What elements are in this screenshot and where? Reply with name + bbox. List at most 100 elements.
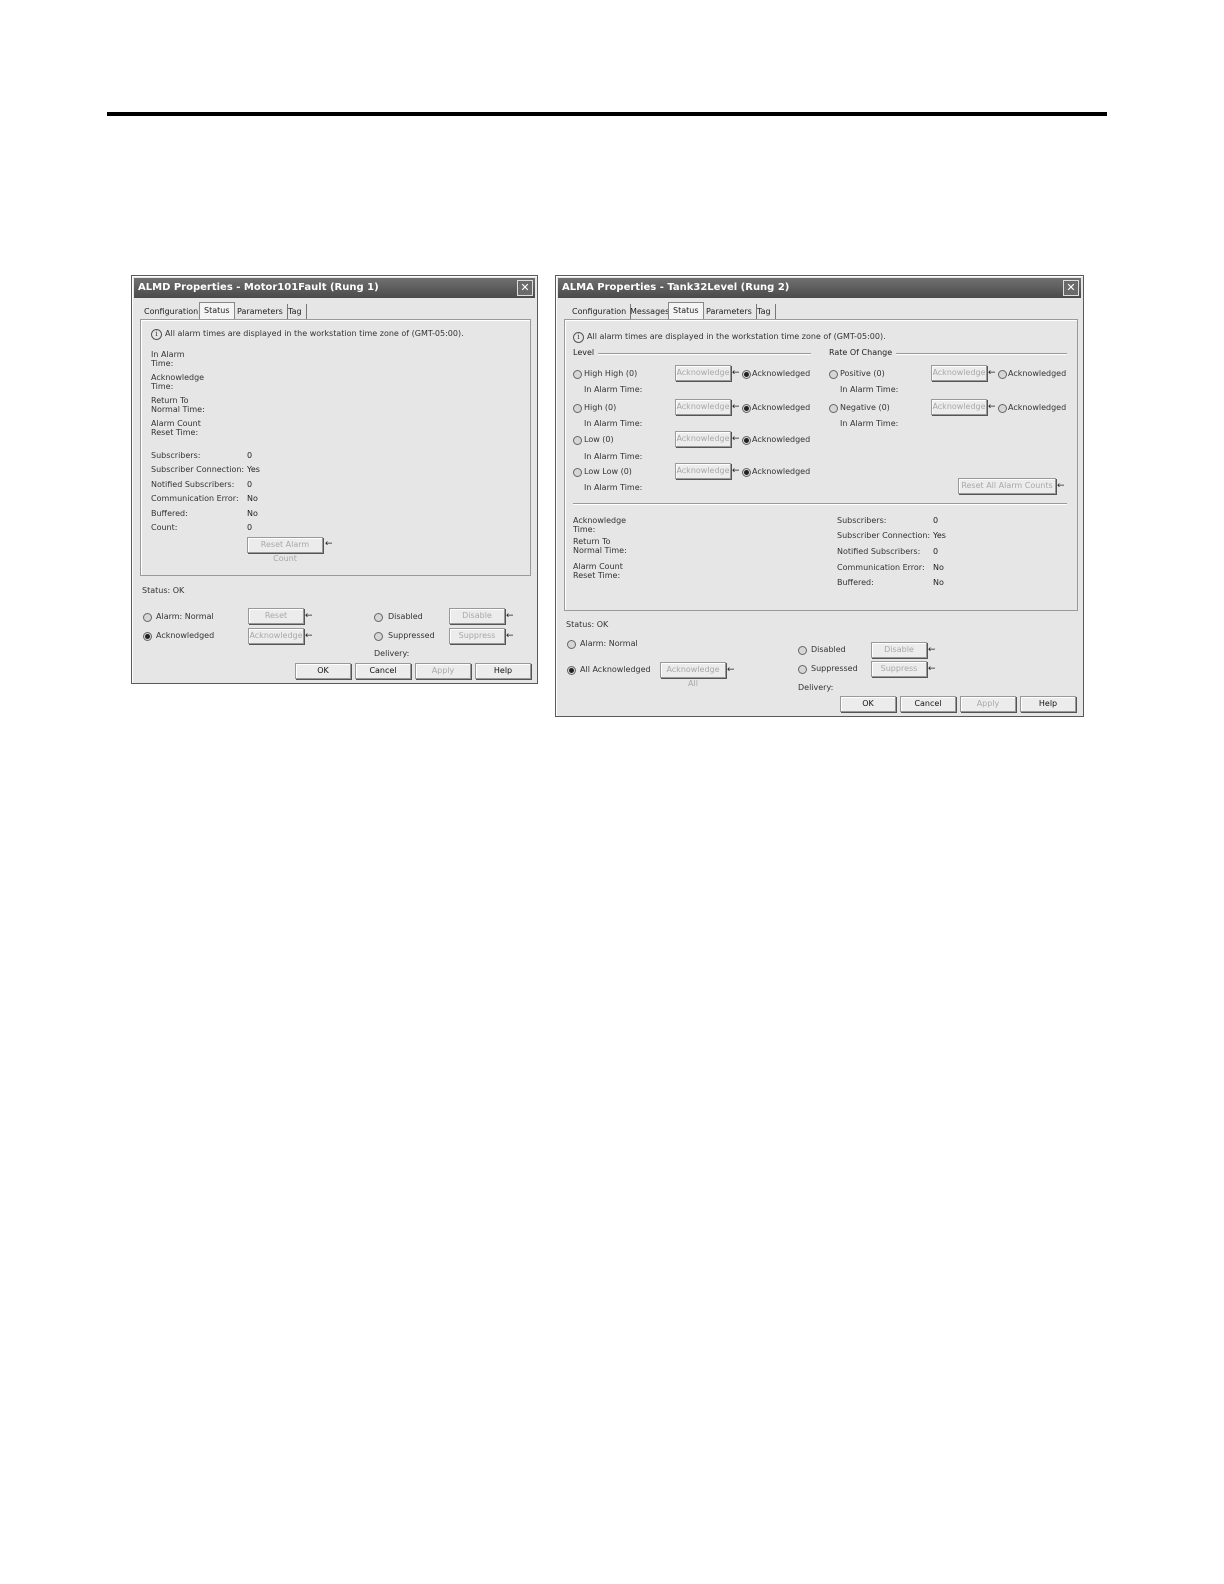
- high-high-acknowledge-button[interactable]: Acknowledge: [675, 365, 731, 381]
- low-low-acknowledged-radio[interactable]: [742, 468, 751, 477]
- alma-subscribers-value: 0: [933, 516, 939, 525]
- cancel-button[interactable]: Cancel: [900, 696, 956, 712]
- almd-rtn-time-2: Normal Time:: [151, 405, 205, 414]
- positive-acknowledge-button[interactable]: Acknowledge: [931, 365, 987, 381]
- disabled-radio[interactable]: [798, 646, 807, 655]
- almd-count-value: 0: [247, 523, 253, 532]
- positive-label: Positive (0): [840, 369, 885, 378]
- tab-messages[interactable]: Messages: [626, 304, 675, 319]
- low-low-acknowledged-label: Acknowledged: [752, 467, 811, 476]
- alma-comm-error-value: No: [933, 563, 944, 572]
- almd-title-bar[interactable]: ALMD Properties - Motor101Fault (Rung 1)…: [134, 278, 535, 298]
- arrow-icon: ←: [325, 539, 333, 549]
- reset-alarm-count-button[interactable]: Reset Alarm Count: [247, 537, 323, 563]
- positive-radio[interactable]: [829, 370, 838, 379]
- almd-acknowledged-label: Acknowledged: [156, 631, 215, 640]
- arrow-icon: ←: [732, 402, 740, 412]
- high-radio[interactable]: [573, 404, 582, 413]
- alma-buffered-value: No: [933, 578, 944, 587]
- reset-button[interactable]: Reset: [248, 608, 304, 624]
- alma-info-text: All alarm times are displayed in the wor…: [587, 332, 886, 341]
- low-low-radio[interactable]: [573, 468, 582, 477]
- almd-notified-value: 0: [247, 480, 253, 489]
- suppress-button[interactable]: Suppress: [871, 661, 927, 677]
- info-icon: i: [151, 329, 162, 340]
- low-radio[interactable]: [573, 436, 582, 445]
- almd-subscriber-connection-label: Subscriber Connection:: [151, 465, 245, 474]
- high-high-label: High High (0): [584, 369, 638, 378]
- almd-title: ALMD Properties - Motor101Fault (Rung 1): [138, 282, 379, 293]
- positive-acknowledged-radio[interactable]: [998, 370, 1007, 379]
- high-acknowledged-radio[interactable]: [742, 404, 751, 413]
- arrow-icon: ←: [305, 611, 313, 621]
- help-button[interactable]: Help: [475, 663, 531, 679]
- page-header-rule: [107, 112, 1107, 116]
- almd-count-label: Count:: [151, 523, 178, 532]
- alma-suppressed-label: Suppressed: [811, 664, 858, 673]
- high-acknowledge-button[interactable]: Acknowledge: [675, 399, 731, 415]
- disable-button[interactable]: Disable: [449, 608, 505, 624]
- apply-button[interactable]: Apply: [415, 663, 471, 679]
- help-button[interactable]: Help: [1020, 696, 1076, 712]
- close-icon[interactable]: ✕: [517, 280, 533, 296]
- high-high-time: In Alarm Time:: [584, 385, 643, 394]
- high-high-radio[interactable]: [573, 370, 582, 379]
- almd-delivery-label: Delivery:: [374, 649, 410, 658]
- reset-all-alarm-counts-button[interactable]: Reset All Alarm Counts: [958, 478, 1056, 494]
- suppressed-radio[interactable]: [374, 632, 383, 641]
- almd-notified-label: Notified Subscribers:: [151, 480, 235, 489]
- acknowledge-all-button[interactable]: Acknowledge All: [660, 662, 726, 688]
- almd-alarm-normal-label: Alarm: Normal: [156, 612, 214, 621]
- alma-status-panel: i All alarm times are displayed in the w…: [564, 319, 1078, 611]
- close-icon[interactable]: ✕: [1063, 280, 1079, 296]
- low-low-time: In Alarm Time:: [584, 483, 643, 492]
- negative-acknowledge-button[interactable]: Acknowledge: [931, 399, 987, 415]
- tab-tag[interactable]: Tag: [753, 304, 776, 319]
- low-low-acknowledge-button[interactable]: Acknowledge: [675, 463, 731, 479]
- suppress-button[interactable]: Suppress: [449, 628, 505, 644]
- almd-comm-error-label: Communication Error:: [151, 494, 239, 503]
- almd-dialog: ALMD Properties - Motor101Fault (Rung 1)…: [131, 275, 538, 684]
- low-time: In Alarm Time:: [584, 452, 643, 461]
- level-group-label: Level: [573, 348, 599, 358]
- alma-notified-label: Notified Subscribers:: [837, 547, 921, 556]
- negative-radio[interactable]: [829, 404, 838, 413]
- disable-button[interactable]: Disable: [871, 642, 927, 658]
- acknowledge-button[interactable]: Acknowledge: [248, 628, 304, 644]
- high-acknowledged-label: Acknowledged: [752, 403, 811, 412]
- low-acknowledged-label: Acknowledged: [752, 435, 811, 444]
- negative-acknowledged-radio[interactable]: [998, 404, 1007, 413]
- almd-disabled-label: Disabled: [388, 612, 423, 621]
- alarm-normal-radio[interactable]: [143, 613, 152, 622]
- tab-configuration[interactable]: Configuration: [568, 304, 632, 319]
- tab-parameters[interactable]: Parameters: [233, 304, 288, 319]
- tab-parameters[interactable]: Parameters: [702, 304, 757, 319]
- apply-button[interactable]: Apply: [960, 696, 1016, 712]
- level-group-line: [573, 353, 811, 355]
- alma-rtn-time-2: Normal Time:: [573, 546, 627, 555]
- alma-disabled-label: Disabled: [811, 645, 846, 654]
- low-low-label: Low Low (0): [584, 467, 632, 476]
- ok-button[interactable]: OK: [295, 663, 351, 679]
- suppressed-radio[interactable]: [798, 665, 807, 674]
- low-acknowledged-radio[interactable]: [742, 436, 751, 445]
- almd-status-text: Status: OK: [142, 586, 185, 595]
- alma-title-bar[interactable]: ALMA Properties - Tank32Level (Rung 2) ✕: [558, 278, 1081, 298]
- high-high-acknowledged-radio[interactable]: [742, 370, 751, 379]
- arrow-icon: ←: [928, 645, 936, 655]
- alma-alarm-normal-label: Alarm: Normal: [580, 639, 638, 648]
- all-acknowledged-radio[interactable]: [567, 666, 576, 675]
- low-acknowledge-button[interactable]: Acknowledge: [675, 431, 731, 447]
- ok-button[interactable]: OK: [840, 696, 896, 712]
- almd-in-alarm-time-2: Time:: [151, 359, 174, 368]
- alarm-normal-radio[interactable]: [567, 640, 576, 649]
- almd-buffered-value: No: [247, 509, 258, 518]
- arrow-icon: ←: [506, 611, 514, 621]
- acknowledged-radio[interactable]: [143, 632, 152, 641]
- tab-tag[interactable]: Tag: [284, 304, 307, 319]
- positive-time: In Alarm Time:: [840, 385, 899, 394]
- alma-status-text: Status: OK: [566, 620, 609, 629]
- disabled-radio[interactable]: [374, 613, 383, 622]
- tab-configuration[interactable]: Configuration: [140, 304, 204, 319]
- cancel-button[interactable]: Cancel: [355, 663, 411, 679]
